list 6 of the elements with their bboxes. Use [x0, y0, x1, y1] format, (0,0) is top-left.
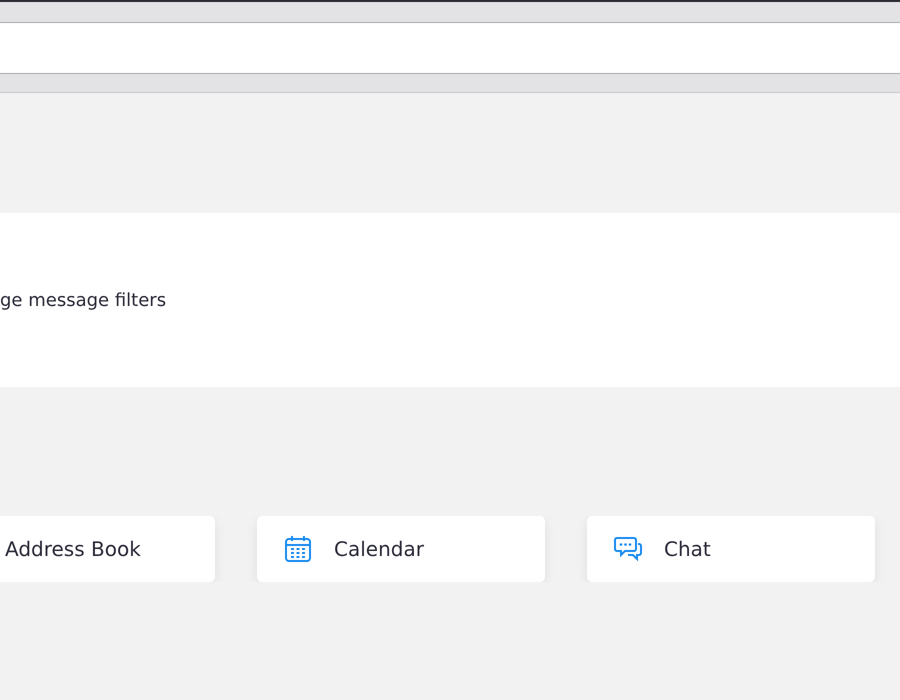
shortcut-button[interactable]: Address Book: [0, 516, 215, 582]
chat-icon: [614, 535, 642, 563]
shortcut-button[interactable]: Calendar: [257, 516, 545, 582]
panel-text: ge message filters: [0, 290, 166, 310]
shortcut-button[interactable]: Chat: [587, 516, 875, 582]
calendar-icon: [284, 535, 312, 563]
